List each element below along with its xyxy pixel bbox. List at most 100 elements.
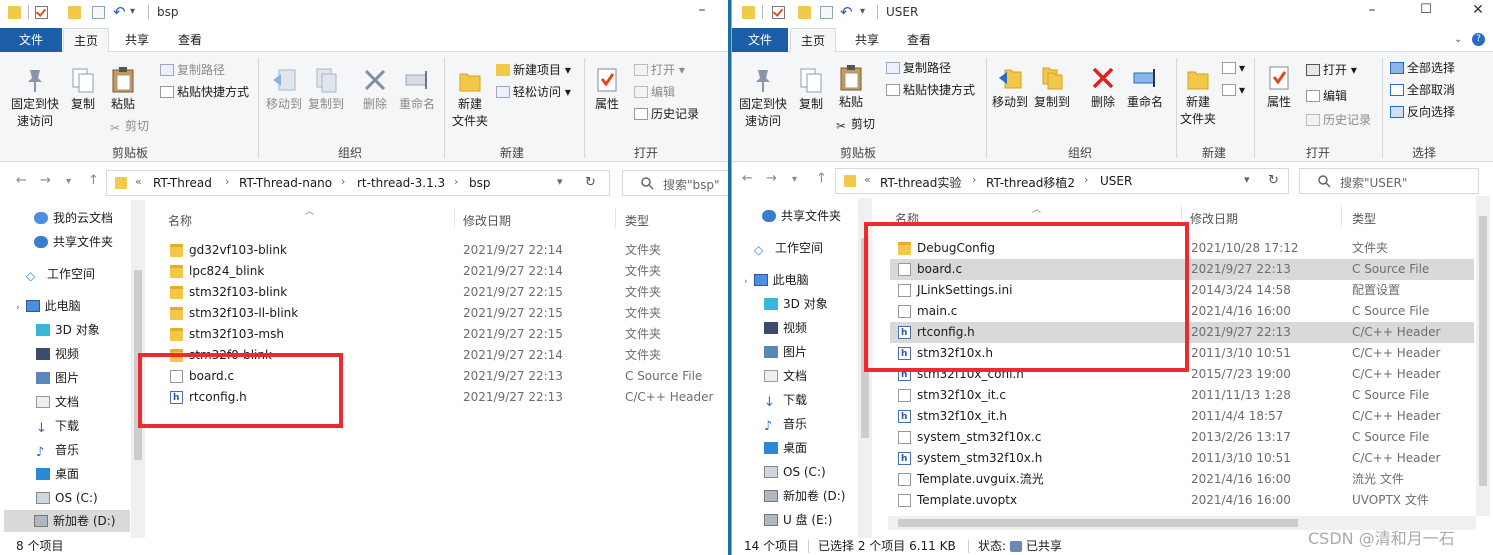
close-icon[interactable]: ✕ xyxy=(1470,2,1486,20)
pin-quick-access-button[interactable]: 固定到快 速访问 xyxy=(8,66,62,130)
overflow-chevron-icon[interactable]: « xyxy=(864,173,871,186)
file-row[interactable]: system_stm32f10x.h 2011/3/10 10:51 C/C++ H… xyxy=(890,448,1474,470)
properties-quick-icon[interactable] xyxy=(772,6,785,19)
tab-view[interactable]: 查看 xyxy=(167,28,213,52)
customize-toolbar-icon[interactable]: ▾ xyxy=(130,6,135,17)
paste-button[interactable]: 粘贴 xyxy=(834,64,868,111)
up-icon[interactable]: ↑ xyxy=(816,171,827,186)
nav-item[interactable]: 图片 xyxy=(36,367,79,389)
breadcrumb-chevron-icon[interactable]: › xyxy=(454,175,458,188)
nav-item[interactable]: ♪ 音乐 xyxy=(764,413,807,435)
new-item-button[interactable]: ▾ xyxy=(1222,60,1245,77)
recent-chevron-icon[interactable]: ▾ xyxy=(792,174,797,185)
address-dropdown-icon[interactable]: ▾ xyxy=(557,175,563,188)
undo-icon[interactable]: ↶ xyxy=(113,5,126,20)
up-icon[interactable]: ↑ xyxy=(88,173,99,188)
file-row[interactable]: lpc824_blink 2021/9/27 22:14 文件夹 xyxy=(160,261,720,282)
tab-share[interactable]: 共享 xyxy=(114,28,160,52)
column-header-date[interactable]: 修改日期 xyxy=(1190,210,1238,227)
nav-item[interactable]: 桌面 xyxy=(764,437,807,459)
properties-button[interactable]: 属性 xyxy=(1262,64,1296,111)
nav-item[interactable]: 3D 对象 xyxy=(764,293,828,315)
copy-to-button[interactable]: 复制到 xyxy=(306,66,346,113)
file-row[interactable]: system_stm32f10x.c 2013/2/26 13:17 C Sourc… xyxy=(890,427,1474,448)
nav-item[interactable]: ↓ 下载 xyxy=(36,415,79,437)
open-button[interactable]: 打开 ▾ xyxy=(1306,62,1357,79)
cut-button[interactable]: ✂ 剪切 xyxy=(110,118,149,135)
pin-quick-access-button[interactable]: 固定到快 速访问 xyxy=(736,66,790,130)
paste-button[interactable]: 粘贴 xyxy=(106,66,140,113)
rename-quick-icon[interactable] xyxy=(820,6,833,19)
edit-button[interactable]: 编辑 xyxy=(1306,88,1347,105)
breadcrumb-item[interactable]: RT-Thread xyxy=(153,176,212,190)
file-row[interactable]: stm32f103-msh 2021/9/27 22:15 文件夹 xyxy=(160,324,720,345)
nav-item[interactable]: OS (C:) xyxy=(36,487,98,509)
nav-item[interactable]: 文档 xyxy=(36,391,79,413)
back-icon[interactable]: ← xyxy=(742,171,753,186)
column-header-type[interactable]: 类型 xyxy=(1352,210,1376,227)
nav-item[interactable]: 3D 对象 xyxy=(36,319,100,341)
column-header-date[interactable]: 修改日期 xyxy=(463,212,511,229)
column-divider[interactable] xyxy=(615,208,616,228)
minimize-icon[interactable]: – xyxy=(1364,2,1380,20)
file-row[interactable]: stm32f10x_it.c 2011/11/13 1:28 C Source Fi… xyxy=(890,385,1474,406)
new-item-button[interactable]: 新建项目 ▾ xyxy=(496,62,571,79)
expand-chevron-icon[interactable]: › xyxy=(16,303,20,313)
delete-button[interactable]: 删除 xyxy=(358,66,392,113)
copy-to-button[interactable]: 复制到 xyxy=(1032,64,1072,111)
easy-access-button[interactable]: 轻松访问 ▾ xyxy=(496,84,571,101)
file-list-scrollbar[interactable] xyxy=(1476,196,1490,516)
nav-item[interactable]: › 此电脑 xyxy=(16,295,81,317)
refresh-icon[interactable]: ↻ xyxy=(585,175,596,190)
column-divider[interactable] xyxy=(454,208,455,228)
paste-shortcut-button[interactable]: 粘贴快捷方式 xyxy=(886,82,975,99)
search-input[interactable]: 搜索"USER" xyxy=(1299,168,1479,194)
nav-item[interactable]: 视频 xyxy=(36,343,79,365)
breadcrumb-chevron-icon[interactable]: › xyxy=(225,175,229,188)
address-dropdown-icon[interactable]: ▾ xyxy=(1244,173,1250,186)
move-to-button[interactable]: 移动到 xyxy=(264,66,304,113)
nav-item-selected[interactable]: 新加卷 (D:) xyxy=(4,510,130,532)
column-header-type[interactable]: 类型 xyxy=(625,212,649,229)
file-row[interactable]: stm32f103-blink 2021/9/27 22:15 文件夹 xyxy=(160,282,720,303)
file-row[interactable]: stm32f103-ll-blink 2021/9/27 22:15 文件夹 xyxy=(160,303,720,324)
nav-item[interactable]: ◇ 工作空间 xyxy=(754,237,823,259)
file-row[interactable]: stm32f10x_it.h 2011/4/4 18:57 C/C++ Header xyxy=(890,406,1474,428)
cut-button[interactable]: ✂ 剪切 xyxy=(836,116,875,133)
breadcrumb-chevron-icon[interactable]: › xyxy=(341,175,345,188)
breadcrumb-chevron-icon[interactable]: › xyxy=(1084,173,1088,186)
nav-item[interactable]: 新加卷 (D:) xyxy=(764,485,845,507)
minimize-icon[interactable]: – xyxy=(694,2,710,20)
edit-button[interactable]: 编辑 xyxy=(634,84,675,101)
nav-item[interactable]: ↓ 下载 xyxy=(764,389,807,411)
new-folder-button[interactable]: 新建 文件夹 xyxy=(450,66,490,130)
overflow-chevron-icon[interactable]: « xyxy=(135,175,142,188)
breadcrumb-item[interactable]: RT-Thread-nano xyxy=(239,176,332,190)
move-to-button[interactable]: 移动到 xyxy=(990,64,1030,111)
properties-button[interactable]: 属性 xyxy=(590,66,624,113)
nav-item[interactable]: 共享文件夹 xyxy=(34,231,113,253)
help-icon[interactable]: ? xyxy=(1472,33,1485,46)
copy-button[interactable]: 复制 xyxy=(794,66,828,113)
breadcrumb-item[interactable]: RT-thread实验 xyxy=(880,174,961,191)
address-bar[interactable]: « RT-Thread › RT-Thread-nano › rt-thread… xyxy=(106,170,610,196)
new-folder-quick-icon[interactable] xyxy=(798,6,811,19)
tab-share[interactable]: 共享 xyxy=(844,28,890,52)
nav-item[interactable]: › 此电脑 xyxy=(744,269,809,291)
breadcrumb-item[interactable]: rt-thread-3.1.3 xyxy=(357,176,445,190)
search-input[interactable]: 搜索"bsp" xyxy=(622,170,728,196)
forward-icon[interactable]: → xyxy=(40,173,51,188)
undo-icon[interactable]: ↶ xyxy=(840,5,853,20)
nav-item[interactable]: ◇ 工作空间 xyxy=(26,263,95,285)
tab-home[interactable]: 主页 xyxy=(790,28,836,53)
column-divider[interactable] xyxy=(1341,206,1342,226)
file-row[interactable]: Template.uvguix.流光 2021/4/16 16:00 流光 文件 xyxy=(890,469,1474,490)
scroll-thumb[interactable] xyxy=(1479,216,1487,486)
select-none-button[interactable]: 全部取消 xyxy=(1390,82,1455,99)
select-all-button[interactable]: 全部选择 xyxy=(1390,60,1455,77)
scroll-thumb[interactable] xyxy=(898,519,1298,527)
rename-button[interactable]: 重命名 xyxy=(1124,64,1166,111)
invert-selection-button[interactable]: 反向选择 xyxy=(1390,104,1455,121)
ribbon-expand-icon[interactable]: ⌄ xyxy=(1454,34,1462,45)
delete-button[interactable]: 删除 xyxy=(1086,64,1120,111)
